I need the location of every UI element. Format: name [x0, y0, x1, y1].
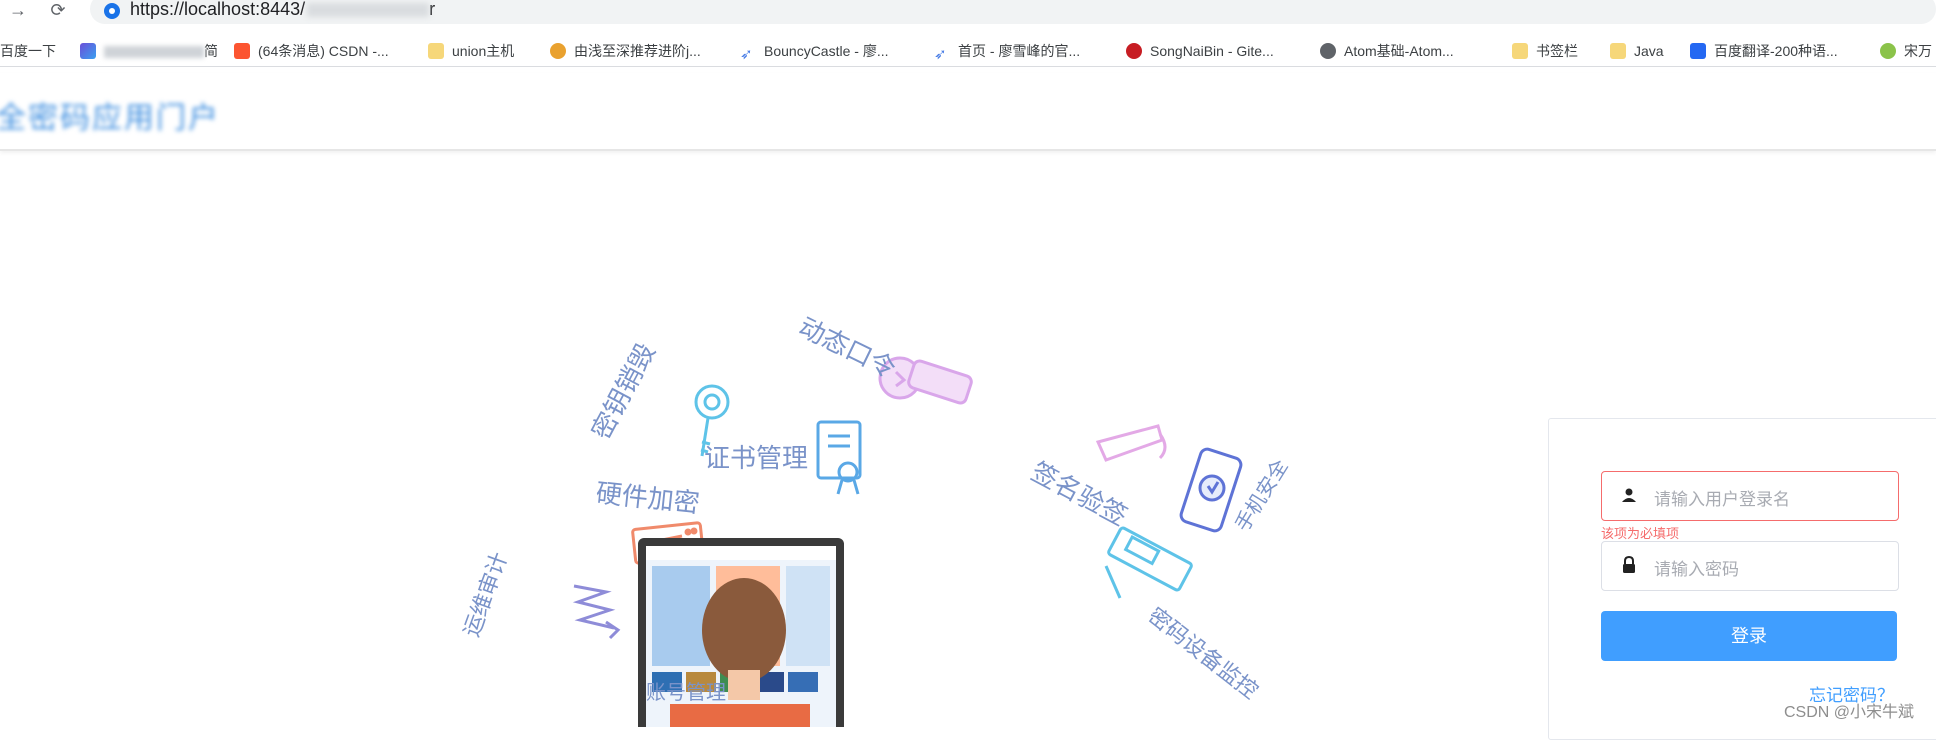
url-tail: r: [429, 0, 436, 19]
url-visible: https://localhost:8443/: [130, 0, 306, 19]
bookmark-bouncycastle[interactable]: ➶ BouncyCastle - 廖...: [740, 41, 889, 63]
bookmark-label: Atom基础-Atom...: [1344, 43, 1454, 59]
forward-arrow-icon[interactable]: →: [6, 0, 30, 22]
device-monitor-icon: [1104, 526, 1193, 599]
csdn-icon: [234, 43, 250, 59]
bee-icon: [550, 43, 566, 59]
feature-account-management: 账号管理: [646, 682, 726, 704]
address-bar[interactable]: https://localhost:8443/r: [90, 0, 1936, 24]
site-info-icon[interactable]: [104, 3, 120, 19]
user-icon: [1622, 488, 1636, 502]
audit-icon: [572, 584, 621, 640]
bookmark-2[interactable]: 简: [80, 41, 218, 61]
lock-icon: [1623, 556, 1635, 573]
browser-toolbar: → ⟳ https://localhost:8443/r: [0, 0, 1936, 26]
bookmark-liaoxuefeng[interactable]: ➶ 首页 - 廖雪峰的官...: [934, 41, 1081, 63]
bookmark-bookmarks-folder[interactable]: 书签栏: [1512, 41, 1578, 61]
translate-icon: [1690, 43, 1706, 59]
reload-icon[interactable]: ⟳: [46, 0, 70, 22]
bookmark-redacted: [104, 46, 204, 59]
bookmark-atom[interactable]: Atom基础-Atom...: [1320, 41, 1454, 61]
password-field[interactable]: 请输入密码: [1601, 541, 1899, 591]
hero-svg: [572, 356, 1243, 738]
url-text: https://localhost:8443/r: [130, 0, 435, 20]
gitee-icon: [1126, 43, 1142, 59]
folder-icon: [428, 43, 444, 59]
bookmark-label: 百度一下: [0, 43, 56, 59]
bookmark-union[interactable]: union主机: [428, 41, 514, 61]
bookmark-label: 宋万: [1904, 43, 1932, 59]
certificate-icon: [816, 420, 862, 495]
bookmark-baidu-translate[interactable]: 百度翻译-200种语...: [1690, 41, 1838, 61]
page-title: 全密码应用门户: [0, 102, 220, 135]
bookmark-label: 简: [204, 43, 218, 59]
bookmark-advanced[interactable]: 由浅至深推荐进阶j...: [550, 41, 701, 61]
rocket-icon: ➶: [934, 46, 947, 63]
bookmark-baidu[interactable]: 百度一下: [0, 41, 56, 61]
username-field[interactable]: 请输入用户登录名: [1601, 471, 1899, 521]
username-error: 该项为必填项: [1601, 526, 1680, 541]
hero-illustration: 动态口令 证书管理 密钥销毁 签名验签 手机安全 硬件加密 运维审计 账号管理 …: [459, 312, 1310, 738]
bookmark-label: union主机: [452, 43, 515, 59]
username-placeholder: 请输入用户登录名: [1654, 490, 1790, 509]
url-redacted: [307, 3, 430, 18]
app-header: 全密码应用门户: [0, 73, 1936, 151]
folder-icon: [1512, 43, 1528, 59]
bookmark-label: SongNaiBin - Gite...: [1150, 43, 1274, 59]
hexagon-icon: [80, 43, 96, 59]
folder-icon: [1610, 43, 1626, 59]
panda-icon: [1880, 43, 1896, 59]
bookmark-label: 百度翻译-200种语...: [1714, 43, 1838, 59]
globe-icon: [1320, 43, 1336, 59]
bookmark-label: Java: [1634, 43, 1664, 59]
feature-cert-management: 证书管理: [704, 443, 809, 473]
pen-icon: [1095, 424, 1167, 462]
bookmark-label: 由浅至深推荐进阶j...: [574, 43, 701, 59]
bookmark-gitee[interactable]: SongNaiBin - Gite...: [1126, 41, 1274, 61]
rocket-icon: ➶: [740, 46, 753, 63]
bookmark-csdn[interactable]: (64条消息) CSDN -...: [234, 41, 389, 61]
password-placeholder: 请输入密码: [1654, 560, 1739, 579]
watermark: CSDN @小宋牛斌: [1784, 704, 1915, 721]
bookmark-label: (64条消息) CSDN -...: [258, 43, 389, 59]
login-card: 请输入用户登录名 该项为必填项 请输入密码 登录 忘记密码？: [1548, 418, 1936, 740]
login-button[interactable]: 登录: [1601, 611, 1897, 661]
bookmark-java[interactable]: Java: [1610, 41, 1664, 61]
bookmark-label: 书签栏: [1536, 43, 1578, 59]
bookmark-song[interactable]: 宋万: [1880, 41, 1932, 61]
bookmarks-bar: 百度一下 简 (64条消息) CSDN -... union主机 由浅至深推荐进…: [0, 36, 1936, 67]
bookmark-label: 首页 - 廖雪峰的官...: [958, 43, 1081, 59]
bookmark-label: BouncyCastle - 廖...: [764, 43, 889, 59]
